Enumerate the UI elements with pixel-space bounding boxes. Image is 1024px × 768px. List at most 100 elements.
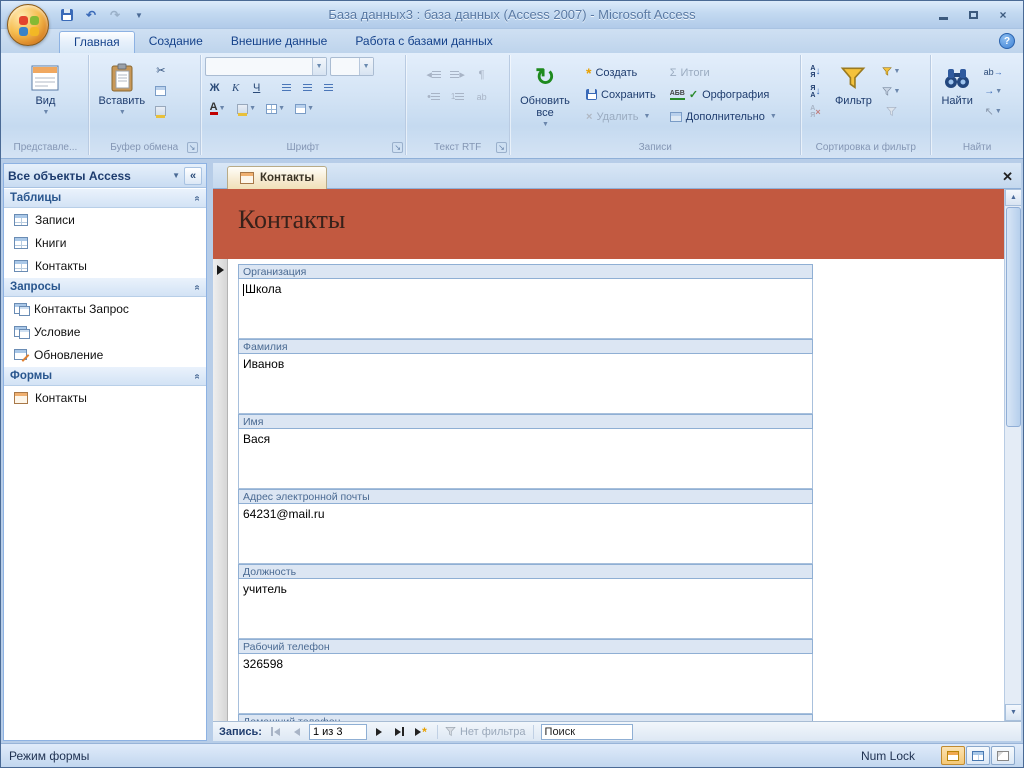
scroll-up-button[interactable]: ▲ xyxy=(1005,189,1021,206)
bullets-button[interactable]: • xyxy=(424,87,444,106)
paste-button[interactable]: Вставить ▼ xyxy=(93,57,151,120)
help-button[interactable]: ? xyxy=(999,33,1015,49)
numbering-button[interactable]: 1 xyxy=(448,87,468,106)
more-records-button[interactable]: Дополнительно ▼ xyxy=(666,106,781,127)
align-left-button[interactable] xyxy=(277,78,297,97)
window-controls xyxy=(929,6,1017,23)
clipboard-dialog-launcher[interactable] xyxy=(186,142,198,153)
filter-status[interactable]: Нет фильтра xyxy=(445,726,526,738)
nav-item[interactable]: Обновление xyxy=(4,343,206,366)
document-tab-contacts[interactable]: Контакты xyxy=(227,166,328,189)
field-input[interactable]: учитель xyxy=(238,579,813,639)
vertical-scrollbar[interactable]: ▲ ▼ xyxy=(1004,189,1021,721)
save-icon xyxy=(586,89,598,100)
clear-sort-button[interactable]: АЯ xyxy=(805,102,825,121)
tab-dbtools[interactable]: Работа с базами данных xyxy=(341,31,506,53)
tab-external[interactable]: Внешние данные xyxy=(217,31,342,53)
office-button[interactable] xyxy=(7,4,49,46)
totals-button[interactable]: Итоги xyxy=(666,62,781,83)
design-view-button[interactable] xyxy=(991,746,1015,765)
increase-indent-button[interactable]: ▸ xyxy=(448,65,468,84)
richtext-dialog-launcher[interactable] xyxy=(496,142,508,153)
maximize-button[interactable] xyxy=(959,6,987,23)
nav-section-header[interactable]: Запросы » xyxy=(4,277,206,297)
minimize-button[interactable] xyxy=(929,6,957,23)
copy-button[interactable] xyxy=(151,81,171,100)
ribbon-group-records: Обновить все ▼ *Создать Сохранить Удалит… xyxy=(510,55,802,155)
gridlines-button[interactable]: ▼ xyxy=(263,99,289,118)
nav-item-label: Условие xyxy=(34,324,81,339)
nav-item[interactable]: Условие xyxy=(4,320,206,343)
field-input[interactable]: Школа xyxy=(238,279,813,339)
new-record-button[interactable]: * Создать xyxy=(582,62,660,83)
tab-home[interactable]: Главная xyxy=(59,31,135,53)
sort-descending-button[interactable]: Я А ↓ xyxy=(805,82,825,101)
new-blank-record-button[interactable]: * xyxy=(412,724,430,740)
font-size-combobox[interactable]: ▼ xyxy=(329,57,374,76)
format-painter-button[interactable] xyxy=(151,101,171,120)
form-field: Домашний телефон xyxy=(238,714,813,721)
first-record-button[interactable] xyxy=(267,724,285,740)
replace-button[interactable]: ab → xyxy=(983,62,1003,81)
sigma-icon xyxy=(670,67,677,79)
field-label: Должность xyxy=(238,564,813,579)
advanced-filter-button[interactable]: ▼ xyxy=(881,82,901,101)
view-button[interactable]: Вид ▼ xyxy=(14,57,76,120)
sort-ascending-button[interactable]: А Я ↓ xyxy=(805,62,825,81)
nav-item[interactable]: Контакты xyxy=(4,386,206,409)
filter-button[interactable]: Фильтр xyxy=(829,57,877,108)
direction-button[interactable]: ¶ xyxy=(472,65,492,84)
form-view-button[interactable] xyxy=(941,746,965,765)
font-name-combobox[interactable]: ▼ xyxy=(204,57,327,76)
nav-item[interactable]: Записи xyxy=(4,208,206,231)
select-button[interactable]: ↖ ▼ xyxy=(983,102,1003,121)
close-button[interactable] xyxy=(989,6,1017,23)
field-input[interactable]: Иванов xyxy=(238,354,813,414)
form-field: Фамилия Иванов xyxy=(238,339,813,414)
binoculars-icon xyxy=(943,61,971,95)
align-right-button[interactable] xyxy=(319,78,339,97)
nav-item[interactable]: Контакты xyxy=(4,254,206,277)
tab-create[interactable]: Создание xyxy=(135,31,217,53)
nav-section-header[interactable]: Таблицы » xyxy=(4,188,206,208)
datasheet-view-button[interactable] xyxy=(966,746,990,765)
font-dialog-launcher[interactable] xyxy=(392,142,404,153)
selection-filter-button[interactable]: ▼ xyxy=(881,62,901,81)
record-selector-column[interactable] xyxy=(213,259,228,721)
scrollbar-thumb[interactable] xyxy=(1006,207,1021,427)
spelling-button[interactable]: АБВ Орфография xyxy=(666,84,781,105)
toggle-filter-button[interactable] xyxy=(881,102,901,121)
italic-button[interactable]: К xyxy=(226,78,246,97)
last-record-button[interactable] xyxy=(391,724,409,740)
field-input[interactable]: 326598 xyxy=(238,654,813,714)
find-button[interactable]: Найти xyxy=(935,57,979,108)
refresh-all-button[interactable]: Обновить все ▼ xyxy=(514,57,576,132)
field-input[interactable]: 64231@mail.ru xyxy=(238,504,813,564)
goto-button[interactable]: → ▼ xyxy=(983,82,1003,101)
document-close-button[interactable]: ✕ xyxy=(1002,170,1013,183)
underline-button[interactable]: Ч xyxy=(247,78,267,97)
group-label-font: Шрифт xyxy=(286,142,320,153)
nav-pane-header[interactable]: Все объекты Access ▼ « xyxy=(4,164,206,188)
search-input[interactable]: Поиск xyxy=(540,723,633,740)
cut-button[interactable]: ✂ xyxy=(151,61,171,80)
bold-button[interactable]: Ж xyxy=(205,78,225,97)
next-record-button[interactable] xyxy=(370,724,388,740)
nav-item[interactable]: Книги xyxy=(4,231,206,254)
font-color-button[interactable]: А ▼ xyxy=(205,99,231,118)
decrease-indent-button[interactable]: ◂ xyxy=(424,65,444,84)
save-record-button[interactable]: Сохранить xyxy=(582,84,660,105)
nav-item[interactable]: Контакты Запрос xyxy=(4,297,206,320)
shutter-bar-button[interactable]: « xyxy=(184,166,202,185)
fill-color-button[interactable]: ▼ xyxy=(234,99,260,118)
current-record-arrow-icon xyxy=(217,265,224,275)
align-center-button[interactable] xyxy=(298,78,318,97)
text-highlight-button[interactable]: ab xyxy=(472,87,492,106)
scroll-down-button[interactable]: ▼ xyxy=(1005,704,1021,721)
nav-section-header[interactable]: Формы » xyxy=(4,366,206,386)
alternate-fill-button[interactable]: ▼ xyxy=(292,99,318,118)
delete-record-button[interactable]: Удалить ▼ xyxy=(582,106,660,127)
field-input[interactable]: Вася xyxy=(238,429,813,489)
previous-record-button[interactable] xyxy=(288,724,306,740)
record-position-box[interactable]: 1 из 3 xyxy=(308,723,367,740)
